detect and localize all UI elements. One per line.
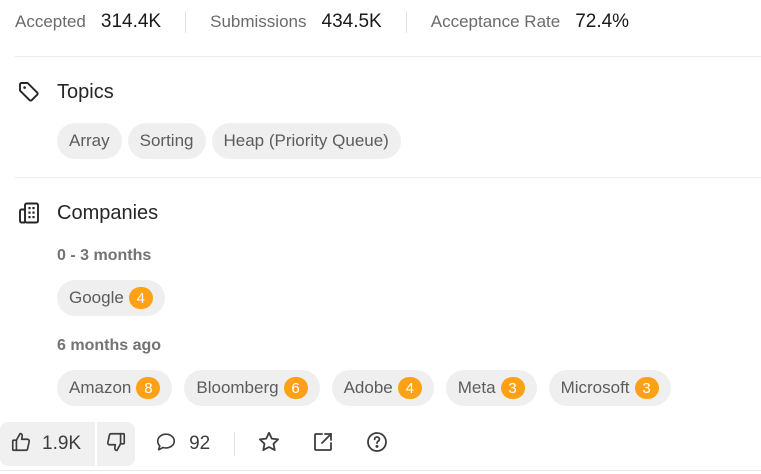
company-count-badge: 4 <box>397 377 422 399</box>
company-name: Google <box>69 288 124 307</box>
vote-group: 1.9K <box>0 422 136 466</box>
toolbar-divider <box>234 432 236 456</box>
topic-chips: Array Sorting Heap (Priority Queue) <box>57 123 407 159</box>
company-count-badge: 3 <box>634 377 659 399</box>
external-link-icon <box>311 430 335 459</box>
comments-button[interactable]: 92 <box>155 431 210 458</box>
divider <box>15 56 761 57</box>
company-name: Amazon <box>69 378 132 397</box>
thumbs-down-icon <box>105 431 127 458</box>
acceptance-rate-value: 72.4% <box>575 11 630 32</box>
acceptance-rate-label: Acceptance Rate <box>430 12 561 31</box>
like-button[interactable]: 1.9K <box>0 422 96 466</box>
star-icon <box>257 430 281 459</box>
company-chip-microsoft[interactable]: Microsoft 3 <box>548 370 671 406</box>
accepted-stat: Accepted 314.4K <box>15 11 161 33</box>
comment-icon <box>155 431 177 458</box>
company-count-badge: 6 <box>283 377 308 399</box>
company-name: Bloomberg <box>196 378 279 397</box>
submissions-stat: Submissions 434.5K <box>210 11 382 33</box>
topics-header[interactable]: Topics <box>17 80 114 104</box>
tag-icon <box>17 80 41 104</box>
question-circle-icon <box>365 430 389 459</box>
share-button[interactable] <box>311 430 335 459</box>
dislike-button[interactable] <box>97 422 136 466</box>
period-label: 6 months ago <box>57 337 162 354</box>
company-chip-google[interactable]: Google 4 <box>57 280 165 316</box>
action-bar: 1.9K 92 <box>0 422 389 466</box>
companies-title: Companies <box>57 201 159 224</box>
stat-divider <box>405 11 407 33</box>
building-icon <box>17 201 41 225</box>
company-count-badge: 3 <box>500 377 525 399</box>
company-count-badge: 4 <box>128 287 153 309</box>
topics-title: Topics <box>57 80 114 103</box>
divider <box>15 177 761 178</box>
company-chip-adobe[interactable]: Adobe 4 <box>331 370 434 406</box>
stats-row: Accepted 314.4K Submissions 434.5K Accep… <box>15 0 629 44</box>
comment-count: 92 <box>189 433 211 454</box>
company-name: Adobe <box>343 378 393 397</box>
topic-chip[interactable]: Heap (Priority Queue) <box>211 123 401 159</box>
company-count-badge: 8 <box>136 377 161 399</box>
company-chip-amazon[interactable]: Amazon 8 <box>57 370 173 406</box>
company-chip-bloomberg[interactable]: Bloomberg 6 <box>184 370 320 406</box>
company-chips: Amazon 8 Bloomberg 6 Adobe 4 Meta 3 Micr… <box>57 370 683 406</box>
companies-header[interactable]: Companies <box>17 201 158 225</box>
company-chips: Google 4 <box>57 280 177 316</box>
thumbs-up-icon <box>10 431 32 458</box>
acceptance-rate-stat: Acceptance Rate 72.4% <box>431 11 629 33</box>
topic-chip[interactable]: Sorting <box>127 123 206 159</box>
topic-chip[interactable]: Array <box>57 123 122 159</box>
submissions-label: Submissions <box>210 12 307 31</box>
help-button[interactable] <box>365 430 389 459</box>
accepted-value: 314.4K <box>100 11 162 32</box>
company-name: Microsoft <box>560 378 630 397</box>
company-name: Meta <box>457 378 496 397</box>
period-label: 0 - 3 months <box>57 247 152 264</box>
submissions-value: 434.5K <box>321 11 382 32</box>
company-chip-meta[interactable]: Meta 3 <box>445 370 537 406</box>
favorite-button[interactable] <box>257 430 281 459</box>
stat-divider <box>185 11 187 33</box>
like-count: 1.9K <box>42 433 82 454</box>
accepted-label: Accepted <box>15 12 86 31</box>
bottom-border <box>0 470 761 471</box>
